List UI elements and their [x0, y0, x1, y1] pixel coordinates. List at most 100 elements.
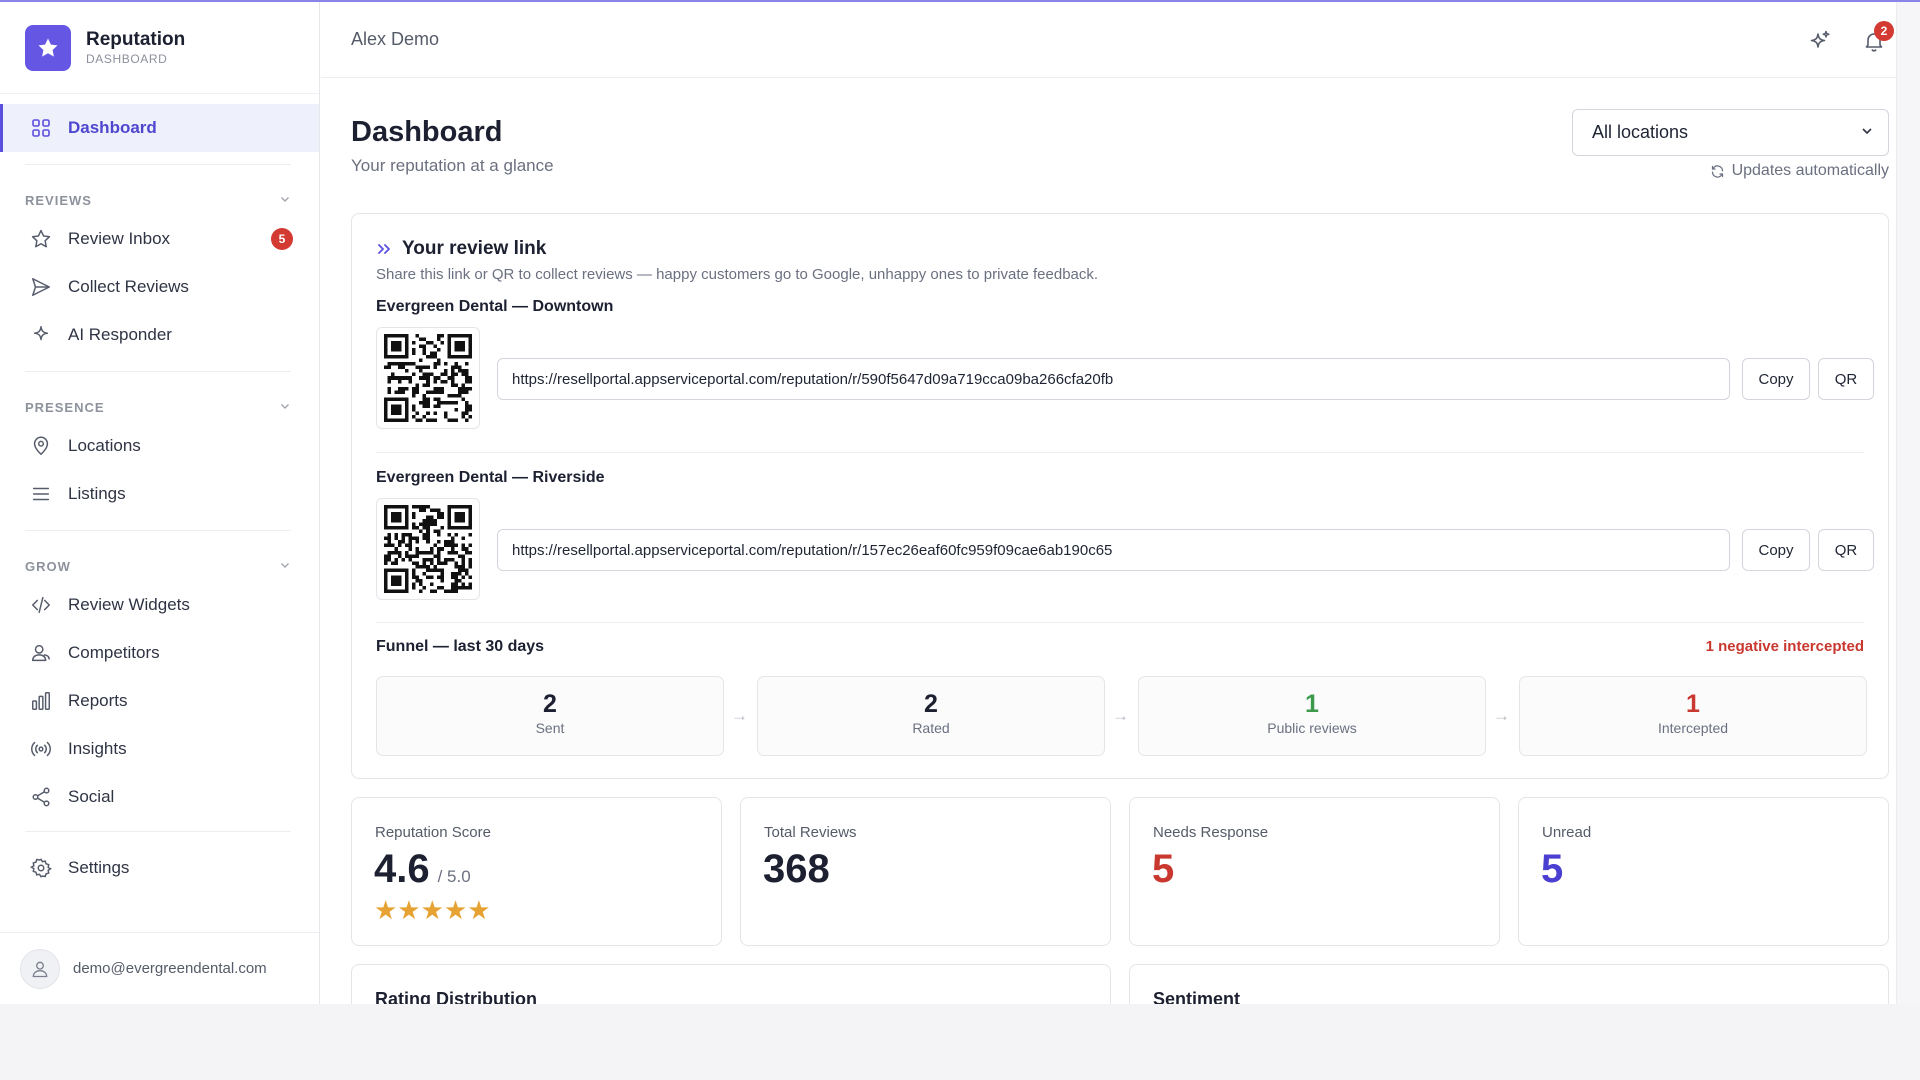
divider [376, 452, 1864, 453]
location-select[interactable]: All locations [1572, 109, 1889, 156]
scrollbar[interactable] [1896, 2, 1920, 1004]
top-bar: Alex Demo 2 [321, 2, 1920, 78]
stat-value: 4.6 [374, 847, 430, 891]
app-window: Reputation DASHBOARD Dashboard REVIEWS R… [0, 0, 1920, 1004]
grid-icon [28, 115, 54, 141]
card-title: Rating Distribution [375, 989, 537, 1004]
page-title: Dashboard [351, 116, 503, 148]
star-icon [28, 226, 54, 252]
funnel-value: 2 [924, 690, 938, 718]
sidebar-item-review-widgets[interactable]: Review Widgets [0, 581, 319, 629]
stat-label: Unread [1542, 824, 1592, 841]
chevron-down-icon [279, 400, 291, 415]
section-header-presence[interactable]: PRESENCE [0, 392, 319, 422]
sidebar-item-listings[interactable]: Listings [0, 470, 319, 518]
funnel-label: Rated [912, 720, 950, 736]
list-icon [28, 481, 54, 507]
user-email: demo@evergreendental.com [73, 960, 267, 977]
sidebar-item-locations[interactable]: Locations [0, 422, 319, 470]
sidebar-item-label: Reports [68, 691, 128, 710]
current-user-name: Alex Demo [351, 29, 440, 49]
sidebar-item-reports[interactable]: Reports [0, 677, 319, 725]
sidebar-item-competitors[interactable]: Competitors [0, 629, 319, 677]
arrow-right-icon: → [1112, 706, 1129, 725]
copy-button[interactable]: Copy [1742, 358, 1810, 400]
stat-label: Reputation Score [375, 824, 491, 841]
unread-card[interactable]: Unread 5 [1518, 797, 1889, 946]
sidebar-item-review-inbox[interactable]: Review Inbox 5 [0, 215, 319, 263]
sidebar-item-collect-reviews[interactable]: Collect Reviews [0, 263, 319, 311]
notifications-button[interactable]: 2 [1858, 21, 1894, 57]
sidebar-item-label: Insights [68, 739, 127, 758]
qr-code-icon [384, 334, 472, 422]
review-url-input[interactable] [497, 529, 1730, 571]
funnel-label: Intercepted [1657, 720, 1729, 736]
section-label: REVIEWS [25, 192, 92, 208]
funnel-value: 1 [1305, 690, 1319, 718]
card-title: Sentiment [1153, 989, 1241, 1004]
sidebar-item-label: Review Widgets [68, 595, 190, 614]
qr-code[interactable] [376, 498, 480, 600]
review-link-title: Your review link [402, 238, 547, 259]
qr-code-icon [384, 505, 472, 593]
bar-chart-icon [28, 688, 54, 714]
arrow-right-icon: → [1493, 706, 1510, 725]
map-pin-icon [28, 433, 54, 459]
stat-value: 5 [1541, 847, 1564, 891]
reputation-score-value: 4.6 / 5.0 [374, 846, 471, 900]
chevron-down-icon [1860, 122, 1874, 143]
sidebar-item-label: Settings [68, 858, 130, 877]
section-header-grow[interactable]: GROW [0, 551, 319, 581]
funnel-label: Sent [535, 720, 565, 736]
divider [376, 622, 1864, 623]
stat-scale: / 5.0 [437, 867, 471, 886]
review-link-description: Share this link or QR to collect reviews… [376, 266, 1099, 283]
unread-count-badge: 5 [271, 228, 293, 250]
notification-count-badge: 2 [1874, 21, 1894, 41]
sparkle-icon [1810, 30, 1830, 48]
funnel-title: Funnel — last 30 days [376, 638, 545, 655]
sidebar-item-ai-responder[interactable]: AI Responder [0, 311, 319, 359]
refresh-icon [1711, 164, 1723, 178]
brand-subtitle: DASHBOARD [86, 51, 168, 66]
stat-value: 368 [763, 847, 830, 891]
sidebar-item-dashboard[interactable]: Dashboard [0, 104, 319, 152]
sidebar-item-settings[interactable]: Settings [0, 844, 319, 892]
star-rating: ★★★★★ [374, 895, 491, 925]
funnel-step-public-reviews: 1 Public reviews [1138, 676, 1486, 756]
needs-response-card[interactable]: Needs Response 5 [1129, 797, 1500, 946]
qr-code[interactable] [376, 327, 480, 429]
rating-distribution-card: Rating Distribution [351, 964, 1111, 1004]
send-icon [28, 274, 54, 300]
star-logo-icon [25, 24, 71, 71]
sidebar-item-label: AI Responder [68, 325, 172, 344]
location-select-value: All locations [1592, 122, 1689, 142]
funnel-step-sent: 2 Sent [376, 676, 724, 756]
review-url-input[interactable] [497, 358, 1730, 400]
chevron-down-icon [279, 193, 291, 208]
brand-title: Reputation [86, 28, 186, 50]
copy-button[interactable]: Copy [1742, 529, 1810, 571]
sidebar-item-label: Competitors [68, 643, 160, 662]
funnel-value: 1 [1686, 690, 1700, 718]
brand[interactable]: Reputation DASHBOARD [0, 2, 319, 94]
sidebar-item-insights[interactable]: Insights [0, 725, 319, 773]
qr-button[interactable]: QR [1818, 529, 1874, 571]
user-account[interactable]: demo@evergreendental.com [0, 932, 319, 1004]
stat-value: 5 [1152, 847, 1175, 891]
funnel-label: Public reviews [1267, 720, 1357, 736]
location-name: Evergreen Dental — Riverside [376, 469, 605, 486]
code-icon [28, 592, 54, 618]
ai-sparkle-button[interactable] [1804, 25, 1836, 57]
broadcast-icon [28, 736, 54, 762]
sidebar-item-label: Listings [68, 484, 126, 503]
section-header-reviews[interactable]: REVIEWS [0, 185, 319, 215]
arrow-right-icon: → [731, 706, 748, 725]
qr-button[interactable]: QR [1818, 358, 1874, 400]
section-label: PRESENCE [25, 399, 105, 415]
user-icon [32, 961, 48, 977]
sparkle-icon [28, 322, 54, 348]
sidebar-item-social[interactable]: Social [0, 773, 319, 821]
location-name: Evergreen Dental — Downtown [376, 298, 614, 315]
review-link-header: Your review link [376, 238, 546, 260]
